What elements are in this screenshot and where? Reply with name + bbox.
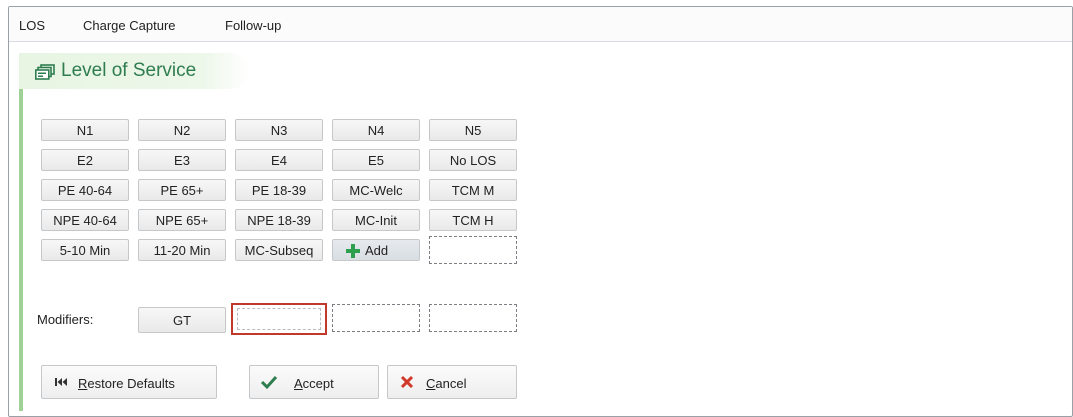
los-button-e2[interactable]: E2: [41, 149, 129, 171]
los-button-n3[interactable]: N3: [235, 119, 323, 141]
restore-defaults-label: Restore Defaults: [78, 376, 175, 391]
los-button-mc-welc[interactable]: MC-Welc: [332, 179, 420, 201]
los-button-n1[interactable]: N1: [41, 119, 129, 141]
add-label: Add: [365, 243, 389, 258]
los-button-pe-40-64[interactable]: PE 40-64: [41, 179, 129, 201]
skip-to-start-icon: [54, 375, 68, 392]
plus-icon: [345, 243, 361, 266]
check-icon: [260, 374, 278, 393]
level-of-service-window: LOS Charge Capture Follow-up Level of Se…: [8, 6, 1073, 417]
modifier-slot-selected[interactable]: [231, 303, 327, 335]
cancel-label: Cancel: [426, 376, 467, 391]
level-of-service-icon: [35, 64, 55, 83]
menu-item-charge-capture[interactable]: Charge Capture: [83, 18, 176, 33]
los-button-mc-subseq[interactable]: MC-Subseq: [235, 239, 323, 261]
los-button-e5[interactable]: E5: [332, 149, 420, 171]
cancel-button[interactable]: Cancel: [387, 365, 517, 399]
menu-item-los[interactable]: LOS: [19, 18, 45, 33]
los-button-11-20-min[interactable]: 11-20 Min: [138, 239, 226, 261]
los-button-5-10-min[interactable]: 5-10 Min: [41, 239, 129, 261]
page-title: Level of Service: [61, 60, 197, 81]
los-button-pe-65-plus[interactable]: PE 65+: [138, 179, 226, 201]
empty-los-slot[interactable]: [429, 236, 517, 264]
modifier-slot[interactable]: [429, 304, 517, 332]
los-button-npe-18-39[interactable]: NPE 18-39: [235, 209, 323, 231]
los-button-npe-40-64[interactable]: NPE 40-64: [41, 209, 129, 231]
add-los-button[interactable]: Add: [332, 239, 420, 261]
los-panel: Level of Service N1 N2 N3 N4 N5 E2 E3 E4…: [19, 53, 1073, 411]
section-header: Level of Service: [19, 53, 249, 89]
los-button-tcm-h[interactable]: TCM H: [429, 209, 517, 231]
close-icon: [400, 375, 414, 392]
restore-defaults-button[interactable]: Restore Defaults: [41, 365, 217, 399]
los-button-npe-65-plus[interactable]: NPE 65+: [138, 209, 226, 231]
modifier-slot[interactable]: [332, 304, 420, 332]
accept-button[interactable]: Accept: [249, 365, 379, 399]
accept-label: Accept: [294, 376, 334, 391]
modifier-button-gt[interactable]: GT: [138, 307, 226, 333]
los-button-e4[interactable]: E4: [235, 149, 323, 171]
los-button-mc-init[interactable]: MC-Init: [332, 209, 420, 231]
los-button-e3[interactable]: E3: [138, 149, 226, 171]
los-button-no-los[interactable]: No LOS: [429, 149, 517, 171]
los-button-n2[interactable]: N2: [138, 119, 226, 141]
los-button-n5[interactable]: N5: [429, 119, 517, 141]
los-button-n4[interactable]: N4: [332, 119, 420, 141]
modifier-slot-inner: [237, 308, 321, 330]
menu-item-follow-up[interactable]: Follow-up: [225, 18, 281, 33]
los-button-pe-18-39[interactable]: PE 18-39: [235, 179, 323, 201]
los-button-tcm-m[interactable]: TCM M: [429, 179, 517, 201]
modifiers-label: Modifiers:: [37, 312, 94, 327]
menubar: LOS Charge Capture Follow-up: [9, 7, 1072, 42]
